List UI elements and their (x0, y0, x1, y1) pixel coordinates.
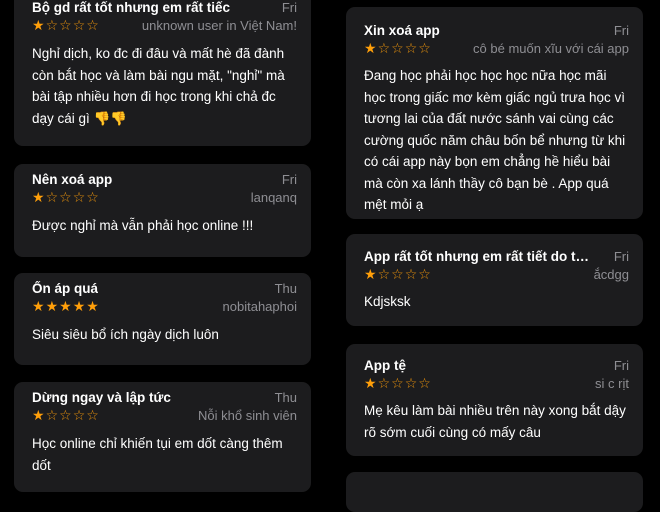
star-empty-icon: ☆ (377, 266, 391, 282)
star-empty-icon: ☆ (404, 266, 418, 282)
review-title: Bộ gd rất tốt nhưng em rất tiếc (32, 0, 231, 15)
star-empty-icon: ☆ (391, 375, 404, 391)
review-date: Thu (274, 280, 297, 296)
star-rating: ★ ★ ★ ★ ★ (32, 299, 99, 313)
review-title: App tệ (364, 357, 406, 373)
review-body: Học online chỉ khiến tụi em dốt càng thê… (32, 436, 283, 473)
review-card[interactable]: App rất tốt nhưng em rất tiết do thằ… Fr… (346, 234, 643, 326)
review-body: Kdjsksk (364, 294, 411, 309)
star-empty-icon: ☆ (418, 40, 431, 56)
star-rating: ★ ☆ ☆ ☆ ☆ (364, 41, 431, 55)
star-empty-icon: ☆ (45, 189, 59, 205)
star-rating: ★ ☆ ☆ ☆ ☆ (364, 267, 431, 281)
star-empty-icon: ☆ (72, 407, 86, 423)
review-date: Fri (281, 0, 297, 15)
star-empty-icon: ☆ (86, 17, 99, 33)
star-empty-icon: ☆ (45, 407, 59, 423)
star-filled-icon: ★ (32, 189, 45, 205)
review-title: Ổn áp quá (32, 280, 99, 296)
star-filled-icon: ★ (45, 298, 59, 314)
review-card[interactable]: Xin xoá app Fri ★ ☆ ☆ ☆ ☆ cô bé muốn xĩu với… (346, 7, 643, 219)
review-title: Dừng ngay và lập tức (32, 389, 171, 405)
review-author: ắcdgg (593, 266, 629, 282)
review-body: Mẹ kêu làm bài nhiều trên này xong bắt d… (364, 403, 626, 440)
review-author: unknown user in Việt Nam! (141, 17, 297, 33)
review-body: Được nghỉ mà vẫn phải học online !!! (32, 218, 254, 233)
star-empty-icon: ☆ (86, 407, 99, 423)
star-empty-icon: ☆ (86, 189, 99, 205)
review-body: Nghỉ dịch, ko đc đi đâu và mất hè đã đàn… (32, 46, 285, 126)
star-filled-icon: ★ (32, 298, 45, 314)
review-card[interactable]: Nên xoá app Fri ★ ☆ ☆ ☆ ☆ lanqanq Được nghỉ … (14, 164, 311, 257)
star-empty-icon: ☆ (418, 266, 431, 282)
star-empty-icon: ☆ (72, 17, 86, 33)
review-card[interactable]: App tệ Fri ★ ☆ ☆ ☆ ☆ si c rịt Mẹ kêu làm bài… (346, 344, 643, 456)
star-rating: ★ ☆ ☆ ☆ ☆ (32, 18, 99, 32)
review-body: Đang học phải học học học nữa học mãi họ… (364, 68, 626, 212)
star-rating: ★ ☆ ☆ ☆ ☆ (32, 408, 99, 422)
review-body: Siêu siêu bổ ích ngày dịch luôn (32, 327, 219, 342)
star-empty-icon: ☆ (391, 40, 404, 56)
star-empty-icon: ☆ (418, 375, 431, 391)
star-empty-icon: ☆ (59, 189, 72, 205)
review-date: Fri (281, 171, 297, 187)
star-empty-icon: ☆ (391, 266, 404, 282)
star-filled-icon: ★ (32, 407, 45, 423)
review-card[interactable]: Bộ gd rất tốt nhưng em rất tiếc Fri ★ ☆ ☆ ☆… (14, 0, 311, 146)
star-rating: ★ ☆ ☆ ☆ ☆ (364, 376, 431, 390)
review-date: Thu (274, 389, 297, 405)
star-empty-icon: ☆ (72, 189, 86, 205)
star-filled-icon: ★ (364, 40, 377, 56)
star-filled-icon: ★ (86, 298, 99, 314)
review-author: cô bé muốn xĩu với cái app (473, 40, 629, 56)
star-filled-icon: ★ (32, 17, 45, 33)
review-card[interactable]: Dừng ngay và lập tức Thu ★ ☆ ☆ ☆ ☆ Nỗi khổ s… (14, 382, 311, 492)
star-empty-icon: ☆ (59, 407, 72, 423)
review-author: si c rịt (595, 375, 629, 391)
star-filled-icon: ★ (59, 298, 72, 314)
review-date: Fri (613, 248, 629, 264)
star-empty-icon: ☆ (59, 17, 72, 33)
star-filled-icon: ★ (72, 298, 86, 314)
review-author: lanqanq (250, 189, 297, 205)
star-empty-icon: ☆ (377, 40, 391, 56)
star-empty-icon: ☆ (404, 375, 418, 391)
star-empty-icon: ☆ (377, 375, 391, 391)
review-author: Nỗi khổ sinh viên (198, 407, 297, 423)
review-title: App rất tốt nhưng em rất tiết do thằ… (364, 248, 592, 264)
star-empty-icon: ☆ (404, 40, 418, 56)
review-author: nobitahaphoi (222, 298, 297, 314)
review-date: Fri (613, 357, 629, 373)
review-date: Fri (613, 22, 629, 38)
star-empty-icon: ☆ (45, 17, 59, 33)
review-title: Xin xoá app (364, 22, 440, 38)
star-rating: ★ ☆ ☆ ☆ ☆ (32, 190, 99, 204)
review-card[interactable]: Ổn áp quá Thu ★ ★ ★ ★ ★ nobitahaphoi Siêu si… (14, 273, 311, 365)
star-filled-icon: ★ (364, 266, 377, 282)
review-card[interactable] (346, 472, 643, 512)
review-title: Nên xoá app (32, 171, 113, 187)
star-filled-icon: ★ (364, 375, 377, 391)
